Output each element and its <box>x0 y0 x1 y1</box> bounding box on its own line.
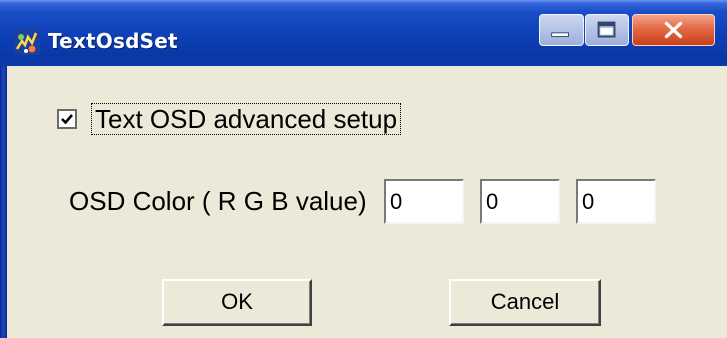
dialog-window: TextOsdSet Text OSD advanced setup OSD C… <box>0 0 727 338</box>
app-icon[interactable] <box>14 29 40 55</box>
minimize-button[interactable] <box>539 14 584 46</box>
advanced-setup-row[interactable]: Text OSD advanced setup <box>57 102 402 136</box>
osd-color-b-input[interactable] <box>576 179 656 224</box>
window-title: TextOsdSet <box>48 29 178 53</box>
minimize-icon <box>551 32 569 38</box>
close-icon <box>664 21 683 39</box>
ok-button[interactable]: OK <box>162 279 312 326</box>
maximize-button[interactable] <box>585 14 629 46</box>
checkmark-icon <box>61 114 73 125</box>
maximize-icon <box>597 21 616 38</box>
osd-color-g-input[interactable] <box>480 179 560 224</box>
advanced-setup-checkbox[interactable] <box>57 109 77 129</box>
close-button[interactable] <box>632 14 715 46</box>
title-bar-highlight <box>0 0 727 4</box>
cancel-button[interactable]: Cancel <box>449 279 601 326</box>
osd-color-r-input[interactable] <box>384 179 464 224</box>
title-bar[interactable]: TextOsdSet <box>0 0 727 66</box>
window-border-left <box>0 66 7 338</box>
advanced-setup-label[interactable]: Text OSD advanced setup <box>91 103 402 135</box>
osd-color-label: OSD Color ( R G B value) <box>69 186 367 216</box>
